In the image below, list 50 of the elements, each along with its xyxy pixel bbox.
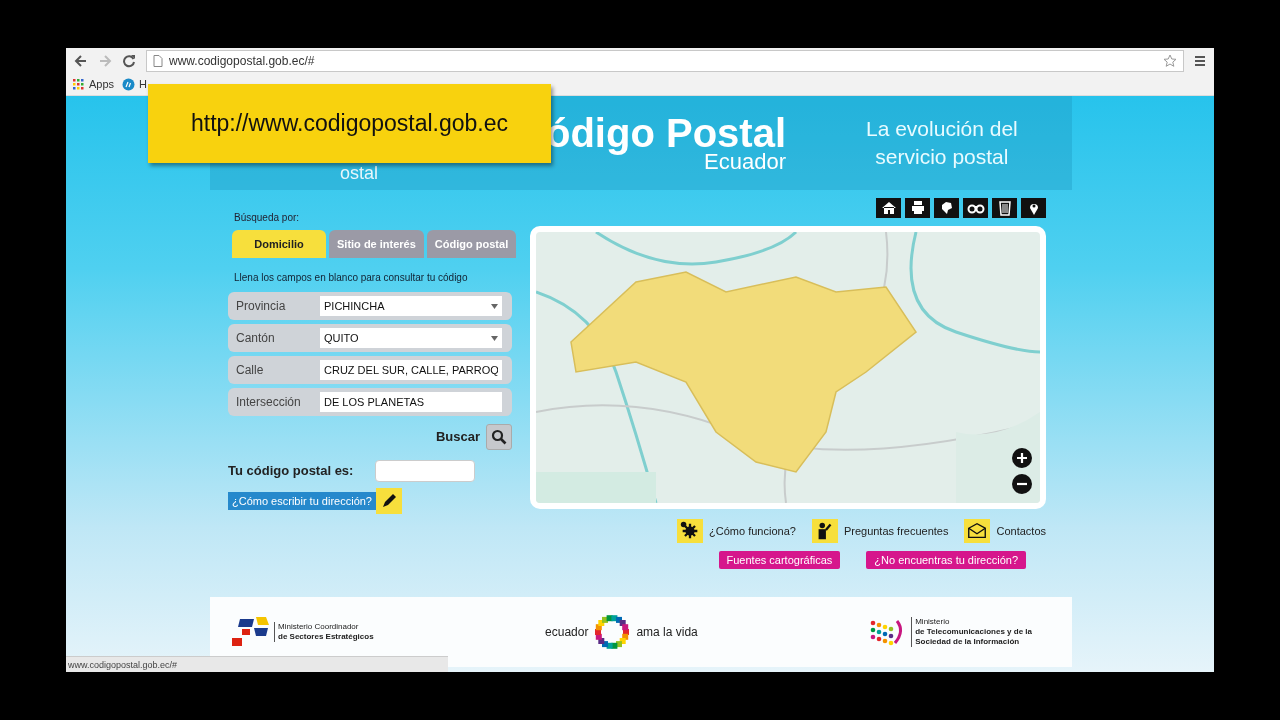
back-icon[interactable] [74, 54, 88, 68]
plus-icon [1016, 452, 1028, 464]
search-by-label: Búsqueda por: [233, 211, 301, 225]
region-button[interactable] [934, 198, 959, 218]
caret-icon [491, 335, 498, 341]
menu-icon[interactable] [1194, 55, 1206, 67]
printer-button[interactable] [905, 198, 930, 218]
ministry-name: Ministerio de Telecomunicaciones y de la Sociedad de la Información [911, 617, 1032, 647]
search-button[interactable] [486, 424, 512, 450]
search-label: Buscar [435, 428, 480, 447]
help-link[interactable]: Contactos [964, 519, 1046, 543]
tagline: La evolución del servicio postal [866, 116, 1018, 170]
logo-text: ostal [340, 164, 379, 182]
link-button[interactable]: ¿No encuentras tu dirección? [866, 551, 1026, 569]
url-text: www.codigopostal.gob.ec/# [169, 53, 315, 70]
result-label: Tu código postal es: [228, 462, 354, 481]
home-button[interactable] [876, 198, 901, 218]
hint-text: Llena los campos en blanco para consultar tu código [233, 271, 469, 285]
help-link[interactable]: ¿Cómo funciona? [677, 519, 796, 543]
logo-subtitle: Ecuador [704, 151, 786, 173]
status-url: www.codigopostal.gob.ec/# [66, 656, 448, 672]
caret-icon [491, 303, 498, 309]
search-tab[interactable]: Domicilio [232, 230, 326, 258]
trash-button[interactable] [992, 198, 1017, 218]
field-label: Intersección [235, 394, 302, 411]
slogan-text: ama la vida [636, 624, 698, 641]
star-icon[interactable] [1163, 54, 1177, 68]
binoculars-button[interactable] [963, 198, 988, 218]
pin-button[interactable] [1021, 198, 1046, 218]
apps-icon [72, 78, 85, 91]
help-link[interactable]: Preguntas frecuentes [811, 519, 949, 543]
result-field[interactable] [375, 460, 476, 482]
field-label: Cantón [235, 330, 276, 347]
select-field[interactable]: QUITO [320, 328, 502, 348]
bookmark[interactable]: H [122, 76, 148, 93]
address-bar[interactable]: www.codigopostal.gob.ec/# [146, 50, 1184, 72]
help-button[interactable]: ¿Cómo escribir tu dirección? [228, 492, 376, 510]
link-button[interactable]: Fuentes cartográficas [718, 551, 841, 569]
slogan-text: ecuador [545, 624, 589, 641]
field-label: Calle [235, 362, 265, 379]
field-label: Provincia [235, 298, 287, 315]
page-icon [153, 55, 163, 67]
reload-icon[interactable] [122, 54, 136, 68]
bookmark[interactable]: Apps [72, 76, 115, 93]
select-field[interactable]: PICHINCHA [320, 296, 502, 316]
input-field[interactable]: DE LOS PLANETAS [320, 392, 502, 412]
input-field[interactable]: CRUZ DEL SUR, CALLE, PARROQ [320, 360, 502, 380]
overlay-banner: http://www.codigopostal.gob.ec [148, 84, 551, 163]
ministry-name: Ministerio Coordinador de Sectores Estratégicos [274, 622, 374, 642]
search-icon [491, 429, 507, 445]
